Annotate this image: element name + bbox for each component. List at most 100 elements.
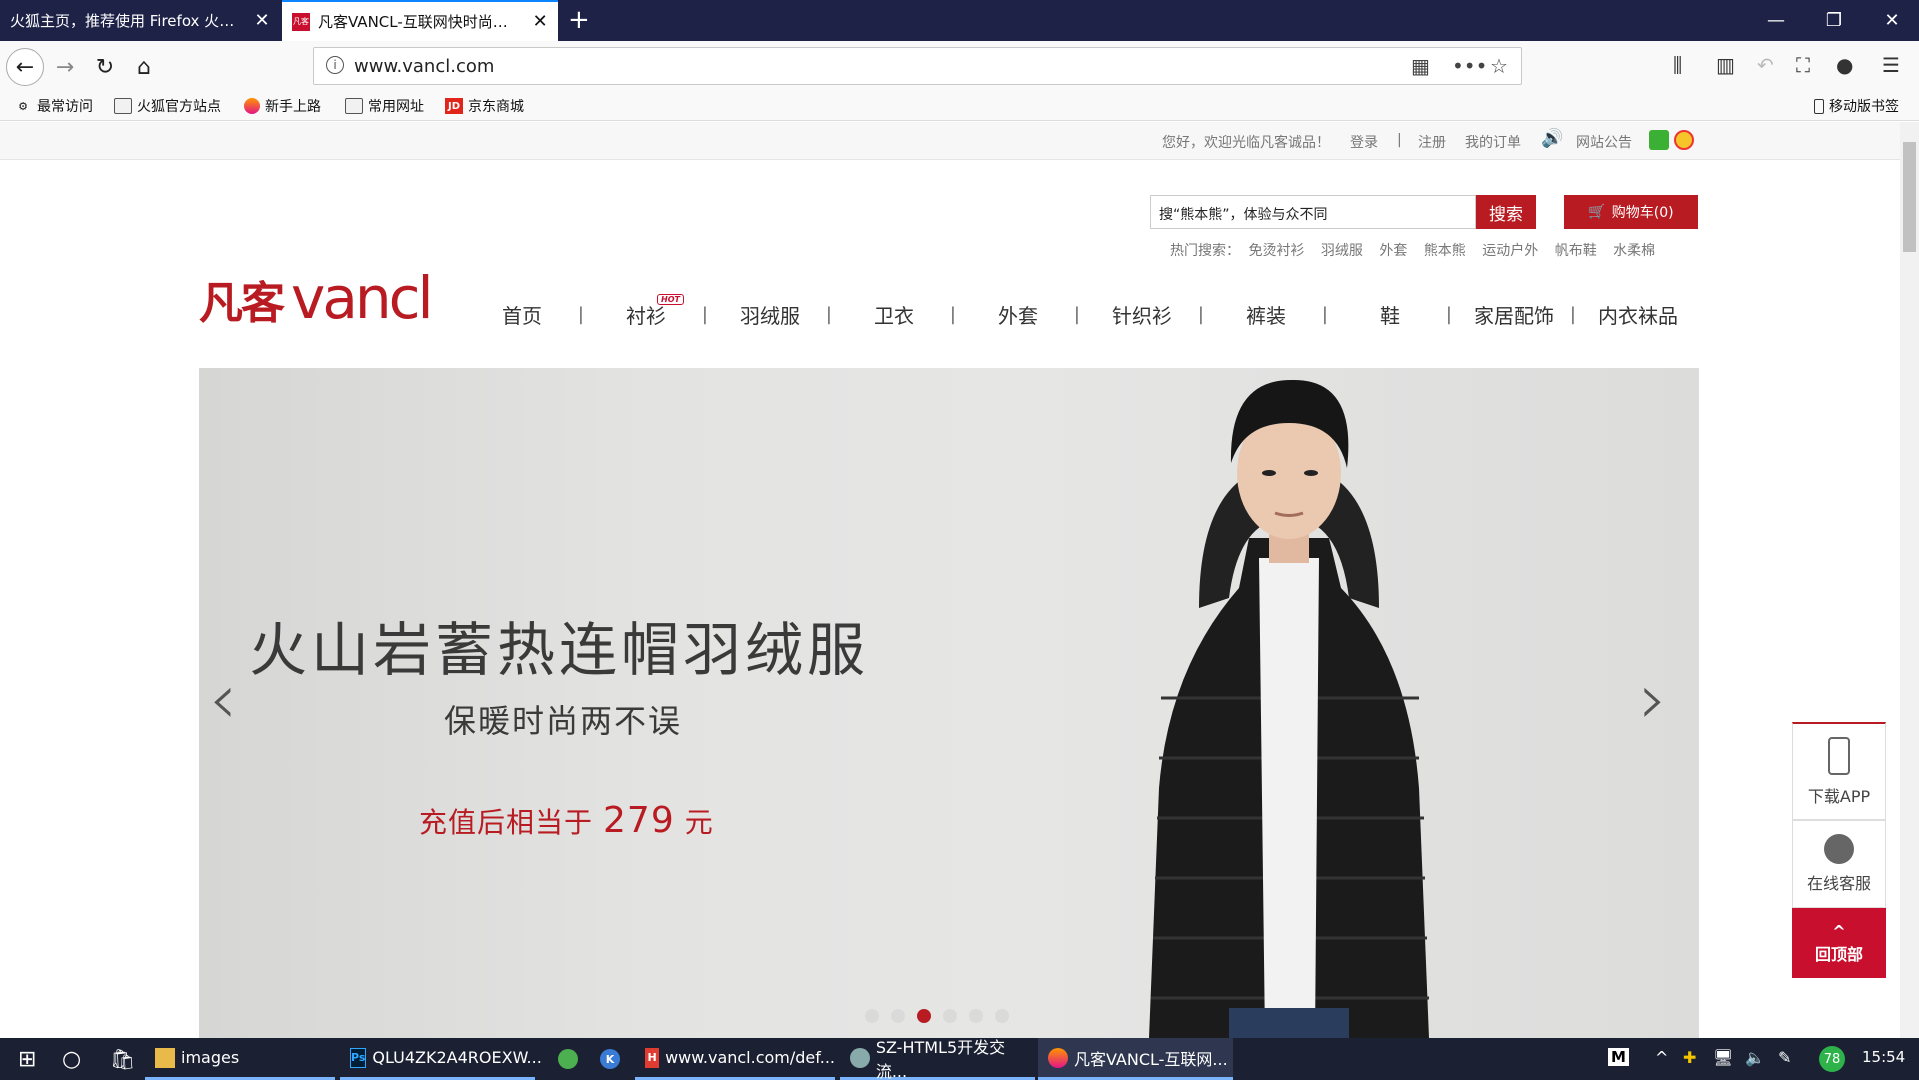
nav-down-jackets[interactable]: 羽绒服 | bbox=[708, 300, 832, 329]
headset-icon bbox=[1824, 834, 1854, 864]
taskbar-app-green[interactable] bbox=[548, 1038, 584, 1080]
nav-shoes[interactable]: 鞋 | bbox=[1328, 300, 1452, 329]
nav-pants[interactable]: 裤装 | bbox=[1204, 300, 1328, 329]
bookmark-common-sites[interactable]: 常用网址 bbox=[345, 96, 424, 116]
cortana-icon[interactable]: ○ bbox=[52, 1038, 81, 1080]
m-app-icon[interactable]: M bbox=[1608, 1048, 1629, 1066]
nav-knitwear[interactable]: 针织衫 | bbox=[1080, 300, 1204, 329]
nav-hoodies[interactable]: 卫衣 | bbox=[832, 300, 956, 329]
address-bar[interactable]: i www.vancl.com ▦ ••• ☆ bbox=[313, 47, 1522, 85]
online-service-button[interactable]: 在线客服 bbox=[1792, 820, 1886, 908]
tab-vancl[interactable]: 凡客 凡客VANCL-互联网快时尚品牌 ✕ bbox=[282, 0, 558, 41]
sidebar-icon[interactable]: ▥ bbox=[1716, 53, 1735, 77]
register-link[interactable]: 注册 bbox=[1418, 132, 1446, 152]
taskbar-item-firefox[interactable]: 凡客VANCL-互联网... bbox=[1038, 1038, 1233, 1080]
store-icon[interactable]: 🛍 bbox=[100, 1038, 135, 1080]
page-scrollbar[interactable] bbox=[1900, 122, 1919, 1038]
nav-home-accessories[interactable]: 家居配饰 | bbox=[1452, 300, 1576, 329]
hot-term[interactable]: 熊本熊 bbox=[1424, 243, 1466, 259]
taskbar-app-blue[interactable]: K bbox=[590, 1038, 626, 1080]
hot-term[interactable]: 水柔棉 bbox=[1613, 243, 1655, 259]
bookmark-star-icon[interactable]: ☆ bbox=[1490, 54, 1508, 78]
hot-term[interactable]: 运动户外 bbox=[1482, 243, 1538, 259]
restore-icon[interactable]: ❐ bbox=[1811, 0, 1857, 41]
tab-firefox-home[interactable]: 火狐主页，推荐使用 Firefox 火狐浏览器 ✕ bbox=[0, 0, 280, 41]
banner-next-arrow-icon[interactable]: › bbox=[1639, 658, 1667, 740]
minimize-icon[interactable]: — bbox=[1753, 0, 1799, 41]
bookmark-jd[interactable]: JD 京东商城 bbox=[445, 96, 524, 116]
notice-link[interactable]: 网站公告 bbox=[1576, 132, 1632, 152]
slide-dot[interactable] bbox=[891, 1009, 905, 1023]
nav-home[interactable]: 首页 | bbox=[460, 300, 584, 329]
vancl-logo[interactable]: 凡客 vancl bbox=[199, 264, 434, 332]
taskbar-item-photoshop[interactable]: Ps QLU4ZK2A4ROEXW... bbox=[340, 1038, 542, 1080]
search-button[interactable]: 搜索 bbox=[1476, 195, 1536, 229]
chat-icon[interactable]: ● bbox=[1836, 53, 1853, 77]
hot-term[interactable]: 羽绒服 bbox=[1321, 243, 1363, 259]
weibo-icon[interactable] bbox=[1674, 130, 1694, 150]
scrollbar-thumb[interactable] bbox=[1903, 142, 1916, 252]
url-text[interactable]: www.vancl.com bbox=[354, 56, 494, 77]
orders-link[interactable]: 我的订单 bbox=[1465, 132, 1521, 152]
site-info-icon[interactable]: i bbox=[326, 56, 344, 74]
close-tab-icon[interactable]: ✕ bbox=[254, 10, 270, 31]
taskbar-item-chat[interactable]: SZ-HTML5开发交流... bbox=[840, 1038, 1035, 1081]
hot-term[interactable]: 帆布鞋 bbox=[1555, 243, 1597, 259]
volume-icon[interactable]: 🔈 bbox=[1745, 1048, 1765, 1067]
slide-dot[interactable] bbox=[969, 1009, 983, 1023]
qr-code-icon[interactable]: ▦ bbox=[1411, 54, 1430, 78]
windows-start-icon[interactable]: ⊞ bbox=[8, 1038, 36, 1080]
reload-icon[interactable]: ↻ bbox=[88, 50, 122, 84]
forward-icon[interactable]: → bbox=[48, 50, 82, 84]
menu-icon[interactable]: ☰ bbox=[1882, 53, 1900, 77]
bookmark-label: 新手上路 bbox=[265, 99, 321, 115]
new-tab-icon[interactable]: + bbox=[568, 5, 590, 35]
back-to-top-button[interactable]: ^ 回顶部 bbox=[1792, 908, 1886, 978]
logo-en: vancl bbox=[291, 264, 434, 332]
home-icon[interactable]: ⌂ bbox=[127, 50, 161, 84]
slide-dot[interactable] bbox=[943, 1009, 957, 1023]
taskbar-label: SZ-HTML5开发交流... bbox=[875, 1037, 1006, 1081]
nav-underwear[interactable]: 内衣袜品 bbox=[1576, 300, 1700, 329]
slide-dot[interactable] bbox=[865, 1009, 879, 1023]
taskbar-label: www.vancl.com/def... bbox=[665, 1048, 835, 1067]
clock[interactable]: 15:54 bbox=[1862, 1048, 1905, 1066]
model-photo bbox=[1149, 379, 1429, 1038]
bookmark-most-visited[interactable]: ⚙ 最常访问 bbox=[14, 96, 93, 116]
slide-dot[interactable] bbox=[995, 1009, 1009, 1023]
screenshot-crop-icon[interactable]: ⛶ bbox=[1796, 53, 1810, 77]
close-window-icon[interactable]: ✕ bbox=[1869, 0, 1915, 41]
slide-dot-active[interactable] bbox=[917, 1009, 931, 1023]
library-icon[interactable]: ⫼ bbox=[1673, 53, 1682, 77]
network-icon[interactable]: 🖥 bbox=[1713, 1048, 1733, 1067]
download-app-button[interactable]: 下载APP bbox=[1792, 722, 1886, 820]
nav-shirts[interactable]: 衬衫 | bbox=[584, 300, 708, 329]
status-badge[interactable]: 78 bbox=[1819, 1046, 1845, 1072]
slide-indicators bbox=[859, 1009, 1015, 1023]
cart-button[interactable]: 🛒 购物车(0) bbox=[1564, 195, 1698, 229]
hot-term[interactable]: 免烫衬衫 bbox=[1248, 243, 1304, 259]
bookmark-getting-started[interactable]: 新手上路 bbox=[244, 96, 321, 116]
nav-coats[interactable]: 外套 | bbox=[956, 300, 1080, 329]
search-input[interactable]: 搜“熊本熊”，体验与众不同 bbox=[1150, 195, 1476, 229]
hero-banner[interactable]: 火山岩蓄热连帽羽绒服 保暖时尚两不误 充值后相当于 279 元 ‹ › bbox=[199, 368, 1699, 1038]
wechat-icon[interactable] bbox=[1649, 130, 1669, 150]
banner-price: 充值后相当于 279 元 bbox=[419, 800, 714, 841]
taskbar-item-images[interactable]: images bbox=[145, 1038, 335, 1080]
back-icon[interactable]: ← bbox=[6, 48, 44, 86]
close-tab-icon[interactable]: ✕ bbox=[532, 11, 548, 32]
bookmark-firefox-sites[interactable]: 火狐官方站点 bbox=[114, 96, 221, 116]
main-nav: 首页 | 衬衫 | 羽绒服 | 卫衣 | 外套 | 针织衫 | 裤装 | 鞋 | 家居配饰 | 内… bbox=[460, 300, 1700, 329]
banner-prev-arrow-icon[interactable]: ‹ bbox=[209, 658, 237, 740]
security-icon[interactable]: ✚ bbox=[1683, 1048, 1696, 1067]
page-actions-icon[interactable]: ••• bbox=[1452, 54, 1487, 78]
hot-term[interactable]: 外套 bbox=[1379, 243, 1407, 259]
taskbar-item-hbuilder[interactable]: H www.vancl.com/def... bbox=[635, 1038, 835, 1080]
login-link[interactable]: 登录 bbox=[1350, 132, 1378, 152]
tray-expand-icon[interactable]: ^ bbox=[1655, 1048, 1668, 1067]
undo-icon[interactable]: ↶ bbox=[1757, 53, 1774, 77]
price-value: 279 bbox=[603, 800, 675, 841]
pen-icon[interactable]: ✎ bbox=[1778, 1048, 1791, 1067]
bookmark-mobile[interactable]: 移动版书签 bbox=[1814, 96, 1899, 116]
nav-label: 外套 bbox=[998, 304, 1038, 328]
